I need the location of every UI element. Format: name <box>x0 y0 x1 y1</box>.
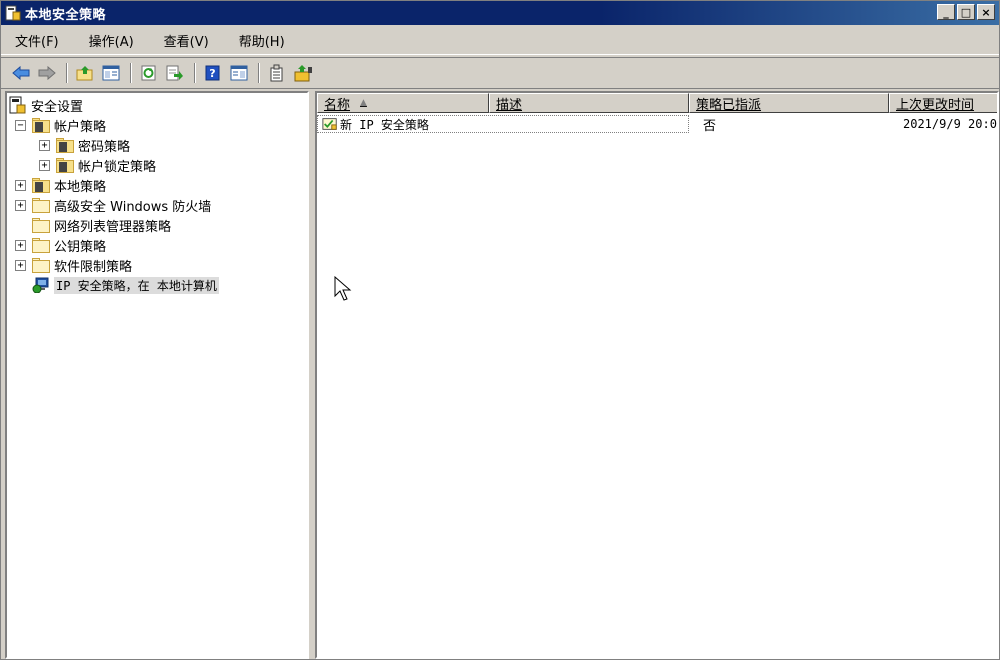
tree-item-label: 帐户锁定策略 <box>78 159 157 175</box>
title-bar[interactable]: 本地安全策略 _ □ × <box>1 1 999 25</box>
menu-bar: 文件(F) 操作(A) 查看(V) 帮助(H) <box>1 27 999 55</box>
cell-assigned: 否 <box>703 118 717 134</box>
refresh-button[interactable] <box>137 62 161 84</box>
tree-item-label: 软件限制策略 <box>54 259 133 275</box>
folder-icon <box>32 197 50 213</box>
folder-icon <box>32 217 50 233</box>
manage-filters-icon <box>270 64 283 82</box>
toolbar-separator <box>258 63 260 83</box>
cell-last-modified: 2021/9/9 20:0 <box>903 117 997 131</box>
tree-item-label: 网络列表管理器策略 <box>54 219 172 235</box>
tree-item-ip-security[interactable]: IP 安全策略，在 本地计算机 <box>15 275 219 295</box>
help-icon: ? <box>205 65 220 81</box>
collapse-toggle[interactable]: − <box>15 119 26 131</box>
expand-toggle[interactable]: + <box>39 159 50 171</box>
help-button[interactable]: ? <box>201 62 225 84</box>
column-header-name[interactable]: 名称 ▲ <box>317 93 489 113</box>
properties-icon <box>230 65 248 81</box>
show-hide-tree-icon <box>102 65 120 81</box>
tree-item-windows-firewall[interactable]: + 高级安全 Windows 防火墙 <box>15 195 211 215</box>
export-list-icon <box>166 65 183 81</box>
tree-item-software-restriction[interactable]: + 软件限制策略 <box>15 255 132 275</box>
tree-item-password-policy[interactable]: + 密码策略 <box>39 135 130 155</box>
column-header-assigned[interactable]: 策略已指派 <box>689 93 889 113</box>
forward-arrow-icon <box>38 66 56 80</box>
tree-item-label: IP 安全策略，在 本地计算机 <box>54 276 219 294</box>
toolbar-separator <box>130 63 132 83</box>
up-level-button[interactable] <box>73 62 97 84</box>
security-settings-icon <box>9 96 26 114</box>
tree-item-security-settings[interactable]: 安全设置 <box>9 95 83 115</box>
tree-item-label: 密码策略 <box>78 139 131 155</box>
assign-policy-button[interactable] <box>291 62 315 84</box>
cell-name: 新 IP 安全策略 <box>317 115 689 133</box>
up-folder-icon <box>76 66 93 81</box>
folder-icon <box>32 237 50 253</box>
expand-toggle[interactable]: + <box>39 139 50 151</box>
ip-policy-icon <box>322 118 337 130</box>
expand-toggle[interactable]: + <box>15 179 26 191</box>
expand-toggle[interactable]: + <box>15 199 26 211</box>
policy-folder-icon <box>32 117 50 133</box>
ip-security-icon <box>32 277 49 293</box>
policy-folder-icon <box>56 137 74 153</box>
maximize-button[interactable]: □ <box>957 4 975 20</box>
expand-toggle[interactable]: + <box>15 259 26 271</box>
folder-icon <box>32 257 50 273</box>
show-hide-tree-button[interactable] <box>99 62 123 84</box>
menu-help[interactable]: 帮助(H) <box>235 29 289 52</box>
toolbar-separator <box>66 63 68 83</box>
column-header-last-modified[interactable]: 上次更改时间 <box>889 93 997 113</box>
toolbar: ? <box>1 57 999 89</box>
security-policy-app-icon <box>5 5 21 21</box>
menu-action[interactable]: 操作(A) <box>85 29 138 52</box>
properties-button[interactable] <box>227 62 251 84</box>
refresh-icon <box>141 65 156 81</box>
policy-name: 新 IP 安全策略 <box>340 117 429 132</box>
assign-policy-icon <box>294 65 312 82</box>
tree-item-label: 安全设置 <box>31 99 84 115</box>
forward-button[interactable] <box>35 62 59 84</box>
tree-item-label: 帐户策略 <box>54 119 107 135</box>
window-title: 本地安全策略 <box>25 7 107 23</box>
toolbar-separator <box>194 63 196 83</box>
minimize-button[interactable]: _ <box>937 4 955 20</box>
list-item[interactable]: 新 IP 安全策略 否 2021/9/9 20:0 <box>317 115 997 134</box>
console-tree[interactable]: 安全设置 − 帐户策略 + 密码策略 + 帐户锁定策略 + 本地策略 + 高级安… <box>5 91 309 659</box>
column-header-description[interactable]: 描述 <box>489 93 689 113</box>
policy-folder-icon <box>32 177 50 193</box>
tree-item-public-key-policy[interactable]: + 公钥策略 <box>15 235 106 255</box>
sort-ascending-icon: ▲ <box>360 98 367 108</box>
tree-item-account-policy[interactable]: − 帐户策略 <box>15 115 106 135</box>
menu-file[interactable]: 文件(F) <box>11 29 63 52</box>
export-list-button[interactable] <box>163 62 187 84</box>
tree-view: 安全设置 − 帐户策略 + 密码策略 + 帐户锁定策略 + 本地策略 + 高级安… <box>7 93 307 294</box>
tree-item-label: 公钥策略 <box>54 239 107 255</box>
tree-item-account-lockout-policy[interactable]: + 帐户锁定策略 <box>39 155 156 175</box>
tree-item-label: 本地策略 <box>54 179 107 195</box>
back-button[interactable] <box>9 62 33 84</box>
tree-item-network-list-manager[interactable]: 网络列表管理器策略 <box>15 215 171 235</box>
svg-text:?: ? <box>209 67 215 80</box>
result-pane[interactable]: 名称 ▲ 描述 策略已指派 上次更改时间 新 IP 安全策略 否 2021/9/… <box>315 91 999 659</box>
policy-folder-icon <box>56 157 74 173</box>
tree-item-local-policy[interactable]: + 本地策略 <box>15 175 106 195</box>
expand-toggle[interactable]: + <box>15 239 26 251</box>
main-window: 本地安全策略 _ □ × 文件(F) 操作(A) 查看(V) 帮助(H) ? 安… <box>0 0 1000 660</box>
tree-item-label: 高级安全 Windows 防火墙 <box>54 199 212 215</box>
close-button[interactable]: × <box>977 4 995 20</box>
back-arrow-icon <box>12 66 30 80</box>
list-header: 名称 ▲ 描述 策略已指派 上次更改时间 <box>317 93 997 113</box>
manage-filters-button[interactable] <box>265 62 289 84</box>
mouse-cursor-icon <box>334 276 352 301</box>
menu-view[interactable]: 查看(V) <box>160 29 213 52</box>
